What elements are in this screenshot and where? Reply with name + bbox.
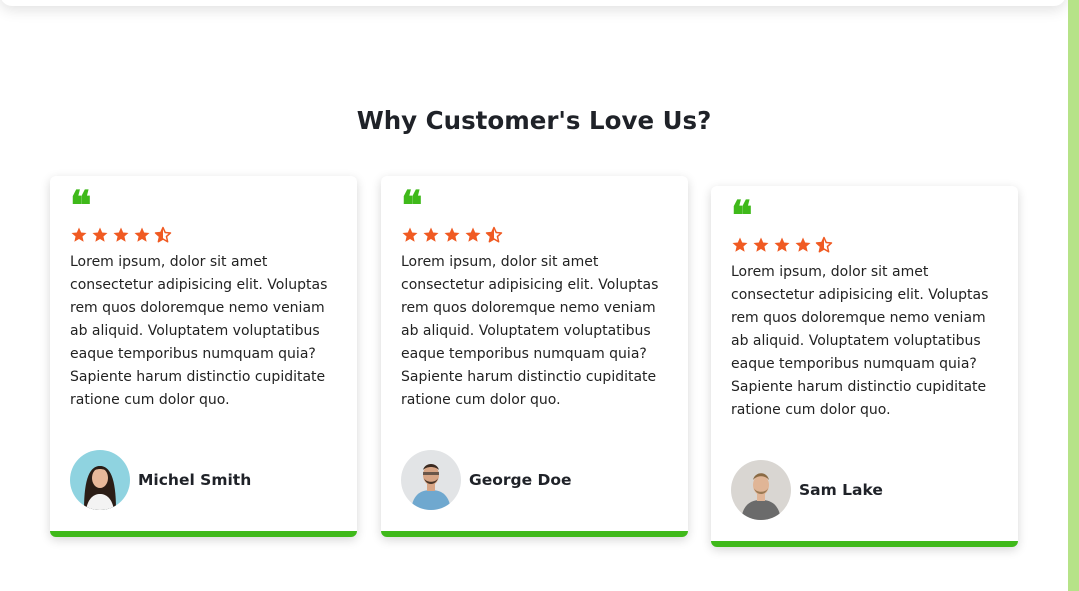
star-rating [70, 226, 172, 244]
author-name: Michel Smith [138, 471, 252, 489]
testimonial-card: ❝ Lorem ipsum, dolor sit amet consectetu… [381, 176, 688, 537]
section-title: Why Customer's Love Us? [356, 106, 712, 135]
testimonial-author: Sam Lake [731, 460, 883, 520]
star-icon [71, 227, 87, 242]
star-rating [731, 236, 833, 254]
avatar-photo-man [731, 460, 791, 520]
card-accent-bar [381, 531, 688, 537]
author-name: Sam Lake [799, 481, 883, 499]
card-accent-bar [50, 531, 357, 537]
page-side-strip [1068, 0, 1079, 591]
star-icon [92, 227, 108, 242]
star-icon [465, 227, 481, 242]
avatar-photo-man [401, 450, 461, 510]
star-icon [774, 237, 790, 252]
quote-icon: ❝ [70, 182, 91, 229]
quote-icon: ❝ [401, 182, 422, 229]
testimonial-text: Lorem ipsum, dolor sit amet consectetur … [731, 264, 989, 418]
star-icon [795, 237, 811, 252]
header-bar [0, 0, 1066, 6]
quote-icon: ❝ [731, 192, 752, 239]
avatar [70, 450, 130, 510]
testimonial-card: ❝ Lorem ipsum, dolor sit amet consectetu… [50, 176, 357, 537]
star-icon [732, 237, 748, 252]
star-icon [402, 227, 418, 242]
testimonial-card: ❝ Lorem ipsum, dolor sit amet consectetu… [711, 186, 1018, 547]
author-name: George Doe [469, 471, 572, 489]
star-icon [753, 237, 769, 252]
avatar [401, 450, 461, 510]
star-icon [444, 227, 460, 242]
avatar-photo-woman [70, 450, 130, 510]
star-half-icon [485, 226, 503, 243]
testimonial-text: Lorem ipsum, dolor sit amet consectetur … [401, 254, 659, 408]
testimonial-author: Michel Smith [70, 450, 251, 510]
star-half-icon [154, 226, 172, 243]
star-rating [401, 226, 503, 244]
avatar [731, 460, 791, 520]
star-icon [113, 227, 129, 242]
testimonial-text: Lorem ipsum, dolor sit amet consectetur … [70, 254, 328, 408]
star-icon [134, 227, 150, 242]
star-half-icon [815, 236, 833, 253]
testimonial-author: George Doe [401, 450, 572, 510]
card-accent-bar [711, 541, 1018, 547]
star-icon [423, 227, 439, 242]
